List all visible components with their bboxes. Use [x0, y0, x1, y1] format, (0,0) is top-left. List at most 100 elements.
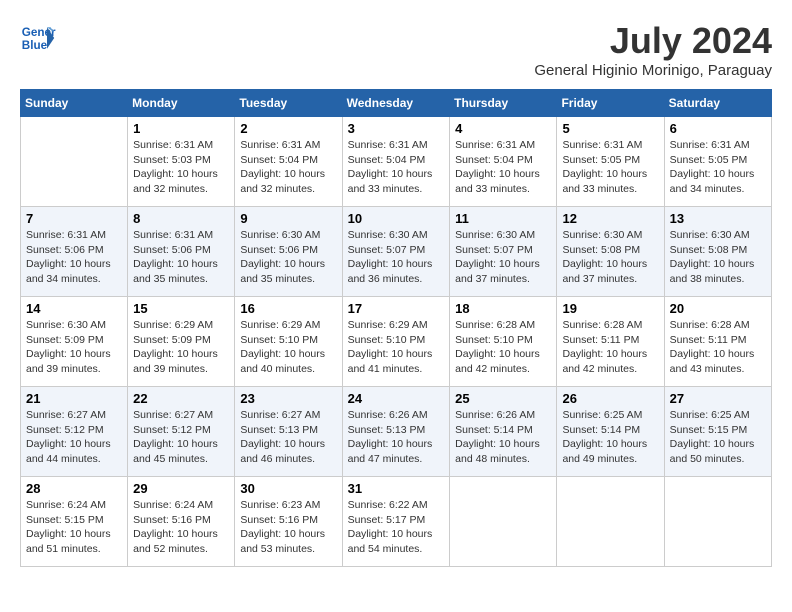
logo: General Blue — [20, 20, 56, 56]
day-cell: 16Sunrise: 6:29 AMSunset: 5:10 PMDayligh… — [235, 297, 342, 387]
day-number: 25 — [455, 391, 551, 406]
day-cell — [557, 477, 664, 567]
weekday-header-row: SundayMondayTuesdayWednesdayThursdayFrid… — [21, 90, 772, 117]
day-cell: 9 Sunrise: 6:30 AMSunset: 5:06 PMDaylight… — [235, 207, 342, 297]
day-cell: 30 Sunrise: 6:23 AMSunset: 5:16 PMDayligh… — [235, 477, 342, 567]
day-number: 1 — [133, 121, 229, 136]
day-info: Sunrise: 6:29 AMSunset: 5:10 PMDaylight:… — [348, 318, 445, 377]
day-cell: 31 Sunrise: 6:22 AMSunset: 5:17 PMDayligh… — [342, 477, 450, 567]
day-cell: 23Sunrise: 6:27 AMSunset: 5:13 PMDayligh… — [235, 387, 342, 477]
day-cell: 25 Sunrise: 6:26 AMSunset: 5:14 PMDayligh… — [450, 387, 557, 477]
day-number: 29 — [133, 481, 229, 496]
day-cell: 10 Sunrise: 6:30 AMSunset: 5:07 PMDayligh… — [342, 207, 450, 297]
day-cell: 3Sunrise: 6:31 AMSunset: 5:04 PMDaylight… — [342, 117, 450, 207]
day-info: Sunrise: 6:30 AMSunset: 5:06 PMDaylight:… — [240, 228, 336, 287]
day-cell: 12 Sunrise: 6:30 AMSunset: 5:08 PMDayligh… — [557, 207, 664, 297]
day-number: 14 — [26, 301, 122, 316]
logo-icon: General Blue — [20, 20, 56, 56]
weekday-header-monday: Monday — [128, 90, 235, 117]
day-cell: 6Sunrise: 6:31 AMSunset: 5:05 PMDaylight… — [664, 117, 771, 207]
day-info: Sunrise: 6:31 AMSunset: 5:04 PMDaylight:… — [240, 138, 336, 197]
day-number: 24 — [348, 391, 445, 406]
day-cell: 29 Sunrise: 6:24 AMSunset: 5:16 PMDayligh… — [128, 477, 235, 567]
day-number: 3 — [348, 121, 445, 136]
day-number: 16 — [240, 301, 336, 316]
day-info: Sunrise: 6:30 AMSunset: 5:07 PMDaylight:… — [455, 228, 551, 287]
day-number: 13 — [670, 211, 766, 226]
weekday-header-tuesday: Tuesday — [235, 90, 342, 117]
day-cell: 5Sunrise: 6:31 AMSunset: 5:05 PMDaylight… — [557, 117, 664, 207]
day-info: Sunrise: 6:28 AMSunset: 5:11 PMDaylight:… — [562, 318, 658, 377]
location-title: General Higinio Morinigo, Paraguay — [534, 62, 772, 79]
day-info: Sunrise: 6:30 AMSunset: 5:08 PMDaylight:… — [670, 228, 766, 287]
weekday-header-wednesday: Wednesday — [342, 90, 450, 117]
day-cell: 1 Sunrise: 6:31 AMSunset: 5:03 PMDaylight… — [128, 117, 235, 207]
calendar-table: SundayMondayTuesdayWednesdayThursdayFrid… — [20, 89, 772, 567]
day-number: 23 — [240, 391, 336, 406]
day-info: Sunrise: 6:30 AMSunset: 5:09 PMDaylight:… — [26, 318, 122, 377]
day-info: Sunrise: 6:23 AMSunset: 5:16 PMDaylight:… — [240, 498, 336, 557]
weekday-header-sunday: Sunday — [21, 90, 128, 117]
day-info: Sunrise: 6:31 AMSunset: 5:06 PMDaylight:… — [133, 228, 229, 287]
day-info: Sunrise: 6:24 AMSunset: 5:15 PMDaylight:… — [26, 498, 122, 557]
day-info: Sunrise: 6:30 AMSunset: 5:07 PMDaylight:… — [348, 228, 445, 287]
day-cell — [21, 117, 128, 207]
week-row-5: 28 Sunrise: 6:24 AMSunset: 5:15 PMDayligh… — [21, 477, 772, 567]
week-row-2: 7 Sunrise: 6:31 AMSunset: 5:06 PMDaylight… — [21, 207, 772, 297]
day-cell: 28 Sunrise: 6:24 AMSunset: 5:15 PMDayligh… — [21, 477, 128, 567]
svg-text:Blue: Blue — [22, 39, 48, 52]
day-number: 9 — [240, 211, 336, 226]
day-cell — [450, 477, 557, 567]
week-row-3: 14 Sunrise: 6:30 AMSunset: 5:09 PMDayligh… — [21, 297, 772, 387]
day-cell: 8 Sunrise: 6:31 AMSunset: 5:06 PMDaylight… — [128, 207, 235, 297]
day-number: 11 — [455, 211, 551, 226]
day-cell: 11 Sunrise: 6:30 AMSunset: 5:07 PMDayligh… — [450, 207, 557, 297]
day-info: Sunrise: 6:31 AMSunset: 5:06 PMDaylight:… — [26, 228, 122, 287]
day-info: Sunrise: 6:28 AMSunset: 5:10 PMDaylight:… — [455, 318, 551, 377]
day-cell: 15Sunrise: 6:29 AMSunset: 5:09 PMDayligh… — [128, 297, 235, 387]
day-info: Sunrise: 6:31 AMSunset: 5:03 PMDaylight:… — [133, 138, 229, 197]
weekday-header-thursday: Thursday — [450, 90, 557, 117]
day-info: Sunrise: 6:27 AMSunset: 5:12 PMDaylight:… — [133, 408, 229, 467]
day-cell: 26 Sunrise: 6:25 AMSunset: 5:14 PMDayligh… — [557, 387, 664, 477]
day-info: Sunrise: 6:25 AMSunset: 5:14 PMDaylight:… — [562, 408, 658, 467]
day-cell: 24 Sunrise: 6:26 AMSunset: 5:13 PMDayligh… — [342, 387, 450, 477]
day-info: Sunrise: 6:31 AMSunset: 5:05 PMDaylight:… — [670, 138, 766, 197]
weekday-header-friday: Friday — [557, 90, 664, 117]
day-cell: 14 Sunrise: 6:30 AMSunset: 5:09 PMDayligh… — [21, 297, 128, 387]
day-number: 18 — [455, 301, 551, 316]
day-number: 8 — [133, 211, 229, 226]
day-number: 30 — [240, 481, 336, 496]
day-number: 10 — [348, 211, 445, 226]
day-cell: 18 Sunrise: 6:28 AMSunset: 5:10 PMDayligh… — [450, 297, 557, 387]
title-area: July 2024 General Higinio Morinigo, Para… — [534, 20, 772, 79]
week-row-4: 21 Sunrise: 6:27 AMSunset: 5:12 PMDayligh… — [21, 387, 772, 477]
weekday-header-saturday: Saturday — [664, 90, 771, 117]
day-number: 17 — [348, 301, 445, 316]
day-info: Sunrise: 6:22 AMSunset: 5:17 PMDaylight:… — [348, 498, 445, 557]
day-number: 15 — [133, 301, 229, 316]
day-cell: 19Sunrise: 6:28 AMSunset: 5:11 PMDayligh… — [557, 297, 664, 387]
day-cell: 4Sunrise: 6:31 AMSunset: 5:04 PMDaylight… — [450, 117, 557, 207]
day-number: 4 — [455, 121, 551, 136]
day-cell: 13 Sunrise: 6:30 AMSunset: 5:08 PMDayligh… — [664, 207, 771, 297]
day-info: Sunrise: 6:26 AMSunset: 5:13 PMDaylight:… — [348, 408, 445, 467]
day-cell: 21 Sunrise: 6:27 AMSunset: 5:12 PMDayligh… — [21, 387, 128, 477]
month-title: July 2024 — [534, 20, 772, 62]
day-info: Sunrise: 6:26 AMSunset: 5:14 PMDaylight:… — [455, 408, 551, 467]
day-number: 21 — [26, 391, 122, 406]
day-info: Sunrise: 6:30 AMSunset: 5:08 PMDaylight:… — [562, 228, 658, 287]
day-number: 27 — [670, 391, 766, 406]
day-number: 20 — [670, 301, 766, 316]
day-number: 26 — [562, 391, 658, 406]
day-number: 28 — [26, 481, 122, 496]
day-cell: 2 Sunrise: 6:31 AMSunset: 5:04 PMDaylight… — [235, 117, 342, 207]
day-info: Sunrise: 6:27 AMSunset: 5:12 PMDaylight:… — [26, 408, 122, 467]
day-info: Sunrise: 6:24 AMSunset: 5:16 PMDaylight:… — [133, 498, 229, 557]
day-number: 5 — [562, 121, 658, 136]
day-number: 2 — [240, 121, 336, 136]
day-number: 7 — [26, 211, 122, 226]
day-cell: 20Sunrise: 6:28 AMSunset: 5:11 PMDayligh… — [664, 297, 771, 387]
day-number: 31 — [348, 481, 445, 496]
day-number: 12 — [562, 211, 658, 226]
